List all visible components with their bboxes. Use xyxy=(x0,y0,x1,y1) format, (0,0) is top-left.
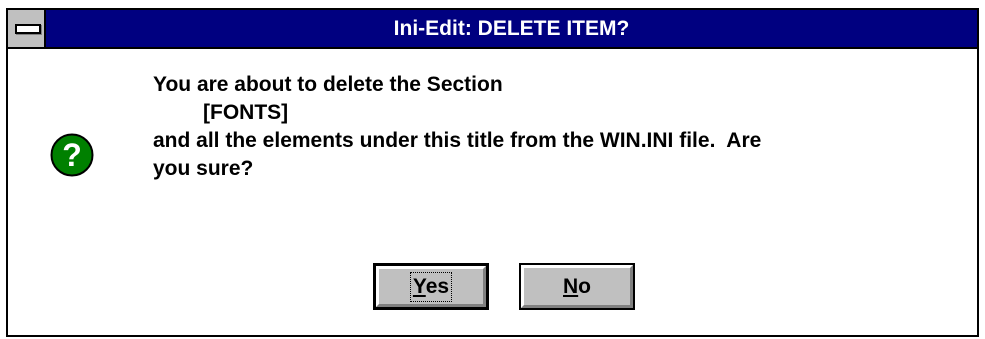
system-menu-icon xyxy=(15,24,41,34)
yes-button-label: Yes xyxy=(409,271,453,302)
question-glyph: ? xyxy=(62,137,82,173)
question-icon: ? xyxy=(50,133,94,177)
title-bar[interactable]: Ini-Edit: DELETE ITEM? xyxy=(8,10,977,49)
delete-item-dialog: Ini-Edit: DELETE ITEM? ? You are about t… xyxy=(6,8,979,337)
message-line: and all the elements under this title fr… xyxy=(153,129,762,152)
system-menu-button[interactable] xyxy=(8,10,46,47)
no-button-label: No xyxy=(563,274,591,298)
message-line: You are about to delete the Section xyxy=(153,73,503,96)
message-line: you sure? xyxy=(153,157,254,180)
message-text: You are about to delete the Section [FON… xyxy=(153,71,761,183)
window-title: Ini-Edit: DELETE ITEM? xyxy=(393,17,630,40)
yes-button[interactable]: Yes xyxy=(373,263,489,310)
no-button[interactable]: No xyxy=(519,263,635,310)
section-name: [FONTS] xyxy=(203,101,289,124)
